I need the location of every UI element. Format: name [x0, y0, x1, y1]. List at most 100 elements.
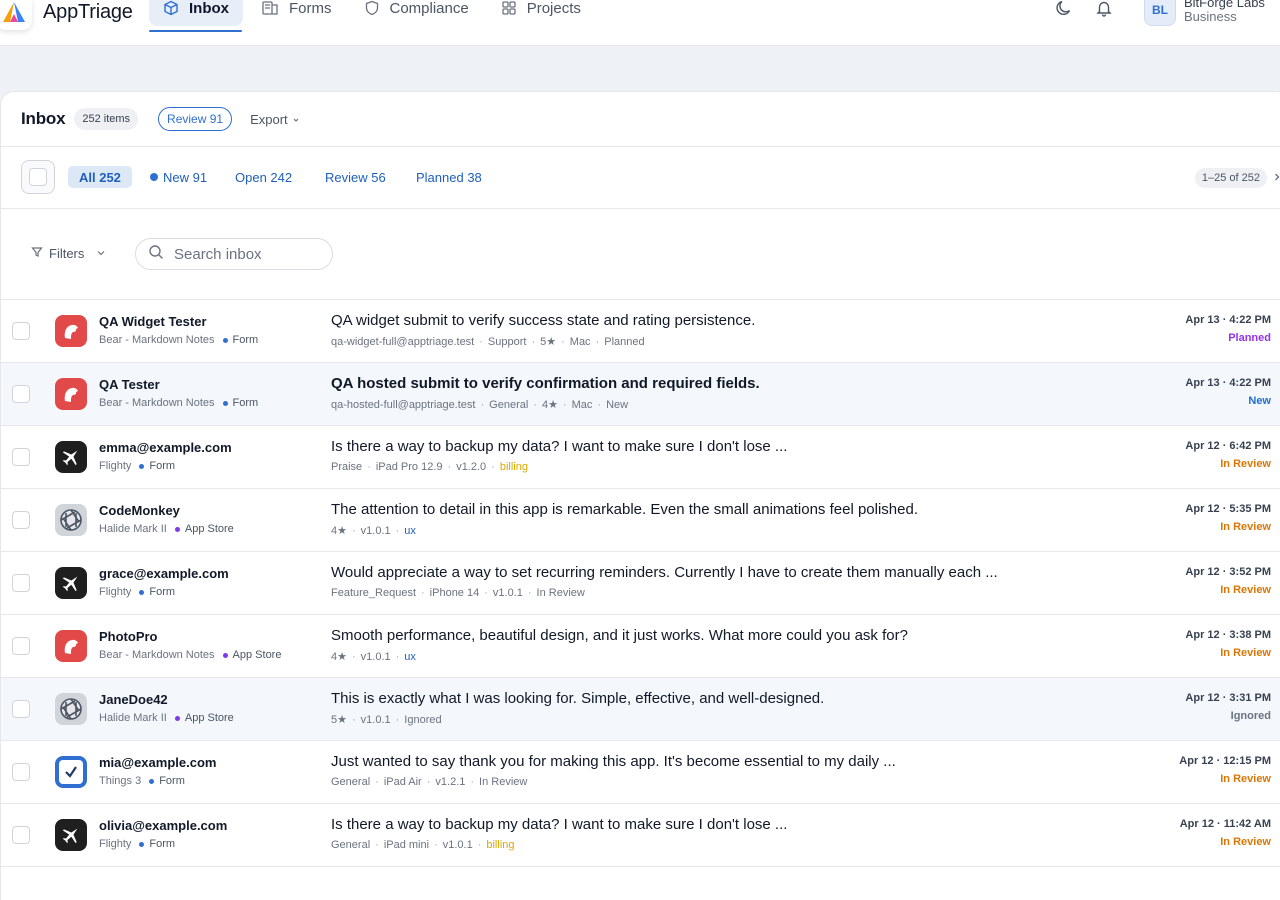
forms-icon — [261, 0, 279, 16]
sender-name: emma@example.com — [99, 440, 232, 455]
app-name: Flighty — [99, 460, 132, 472]
meta-value: v1.0.1 — [360, 714, 391, 726]
meta-value: 5★ — [540, 336, 557, 348]
avatar[interactable]: BL — [1144, 0, 1176, 26]
review-button[interactable]: Review 91 — [158, 107, 233, 131]
row-checkbox[interactable] — [12, 700, 30, 718]
row-timestamp: Apr 12 · 12:15 PM In Review — [1179, 755, 1271, 785]
row-checkbox[interactable] — [12, 385, 30, 403]
message-text: This is exactly what I was looking for. … — [331, 690, 825, 707]
row-checkbox[interactable] — [12, 574, 30, 592]
source-label: App Store — [232, 649, 282, 661]
chevron-down-icon — [292, 112, 300, 127]
select-all-checkbox[interactable] — [21, 160, 55, 194]
page-range: 1–25 of 252 — [1194, 168, 1267, 188]
list-item[interactable]: PhotoPro Bear - Markdown Notes App Store Sm… — [1, 615, 1280, 678]
meta-value: ux — [404, 525, 416, 537]
message-meta: Feature_Request · iPhone 14 · v1.0.1 · In Revi… — [331, 587, 585, 599]
tab-planned[interactable]: Planned 38 — [405, 166, 493, 188]
meta-value: General — [489, 399, 529, 411]
source-label: Form — [149, 838, 176, 850]
date: Apr 12 · 12:15 PM — [1179, 755, 1271, 767]
sender: olivia@example.com Flighty Form — [99, 818, 319, 850]
row-checkbox[interactable] — [12, 511, 30, 529]
message-text: QA hosted submit to verify confirmation … — [331, 375, 760, 392]
list-item[interactable]: QA Tester Bear - Markdown Notes Form QA hos… — [1, 363, 1280, 426]
divider — [1, 208, 1280, 209]
source-dot-icon — [174, 715, 180, 721]
row-checkbox[interactable] — [12, 448, 30, 466]
sender: grace@example.com Flighty Form — [99, 566, 319, 598]
list-item[interactable]: JaneDoe42 Halide Mark II App Store This is … — [1, 678, 1280, 741]
message-meta: 4★ · v1.0.1 · ux — [331, 525, 416, 537]
nav-item-label: Compliance — [389, 0, 469, 17]
source-label: App Store — [184, 523, 234, 535]
tab-label: Review 56 — [325, 169, 386, 185]
checkbox-icon — [55, 756, 87, 788]
meta-value: v1.0.1 — [360, 525, 391, 537]
tab-label: Open 242 — [235, 169, 293, 185]
date: Apr 12 · 5:35 PM — [1185, 503, 1271, 515]
app-name: Flighty — [99, 838, 132, 850]
nav-item-compliance[interactable]: Compliance — [350, 0, 483, 26]
row-checkbox[interactable] — [12, 637, 30, 655]
nav-item-forms[interactable]: Forms — [247, 0, 346, 26]
source-dot-icon — [139, 589, 145, 595]
meta-value: qa-widget-full@apptriage.test — [331, 336, 475, 348]
source-label: App Store — [184, 712, 234, 724]
nav-item-label: Inbox — [189, 0, 229, 17]
message: Is there a way to backup my data? I want… — [331, 438, 1051, 473]
meta-value: iPad Air — [383, 776, 422, 788]
new-dot-icon — [150, 173, 158, 181]
dark-mode-toggle[interactable] — [1048, 0, 1080, 26]
list-item[interactable]: CodeMonkey Halide Mark II App Store The att… — [1, 489, 1280, 552]
search-input[interactable] — [174, 245, 314, 263]
meta-value: v1.2.0 — [456, 461, 487, 473]
meta-value: billing — [486, 839, 515, 851]
message-meta: qa-widget-full@apptriage.test · Support · 5★… — [331, 336, 645, 348]
plane-icon — [55, 819, 87, 851]
list-item[interactable]: emma@example.com Flighty Form Is there a wa… — [1, 426, 1280, 489]
row-checkbox[interactable] — [12, 763, 30, 781]
tab-all[interactable]: All 252 — [68, 166, 132, 188]
list-item[interactable]: olivia@example.com Flighty Form Is there a … — [1, 804, 1280, 867]
nav-item-projects[interactable]: Projects — [487, 0, 595, 26]
row-checkbox[interactable] — [12, 322, 30, 340]
next-page-button[interactable] — [1273, 169, 1280, 187]
pagination: 1–25 of 252 — [1194, 168, 1280, 188]
sender-name: olivia@example.com — [99, 818, 228, 833]
tab-new[interactable]: New 91 — [139, 166, 218, 188]
message-meta: qa-hosted-full@apptriage.test · General · 4★… — [331, 399, 629, 411]
status-tabs: All 252 New 91 Open 242 Review 56 Planne… — [21, 160, 1280, 194]
list-item[interactable]: grace@example.com Flighty Form Would apprec… — [1, 552, 1280, 615]
notifications-button[interactable] — [1088, 0, 1120, 26]
sender-name: mia@example.com — [99, 755, 217, 770]
list-item[interactable]: QA Widget Tester Bear - Markdown Notes For… — [1, 300, 1280, 363]
sender-source: Flighty Form — [99, 838, 319, 850]
tab-open[interactable]: Open 242 — [224, 166, 303, 188]
date: Apr 12 · 6:42 PM — [1185, 440, 1271, 452]
status-badge: Planned — [1228, 332, 1271, 344]
top-navigation-bar: AppTriage Inbox Forms Compliance Project… — [0, 0, 1280, 46]
sender-source: Halide Mark II App Store — [99, 523, 319, 535]
moon-icon — [1055, 0, 1073, 22]
list-item[interactable]: mia@example.com Things 3 Form Just wanted t… — [1, 741, 1280, 804]
meta-value: Ignored — [404, 714, 442, 726]
meta-value: General — [331, 776, 371, 788]
source-dot-icon — [222, 652, 228, 658]
brand[interactable]: AppTriage — [0, 0, 133, 32]
row-checkbox[interactable] — [12, 826, 30, 844]
tab-review[interactable]: Review 56 — [314, 166, 397, 188]
meta-value: Planned — [604, 336, 645, 348]
export-label: Export — [250, 111, 288, 127]
message-meta: Praise · iPad Pro 12.9 · v1.2.0 · billing — [331, 461, 528, 473]
org-switcher[interactable]: BitForge Labs Business — [1184, 0, 1280, 24]
nav-item-inbox[interactable]: Inbox — [149, 0, 243, 26]
export-menu-button[interactable]: Export — [250, 112, 300, 127]
meta-value: 4★ — [331, 651, 347, 663]
message: Just wanted to say thank you for making … — [331, 753, 1051, 788]
filters-button[interactable]: Filters — [31, 246, 106, 261]
status-badge: In Review — [1220, 836, 1271, 848]
sender: PhotoPro Bear - Markdown Notes App Store — [99, 629, 319, 661]
message-text: Would appreciate a way to set recurring … — [331, 564, 998, 581]
